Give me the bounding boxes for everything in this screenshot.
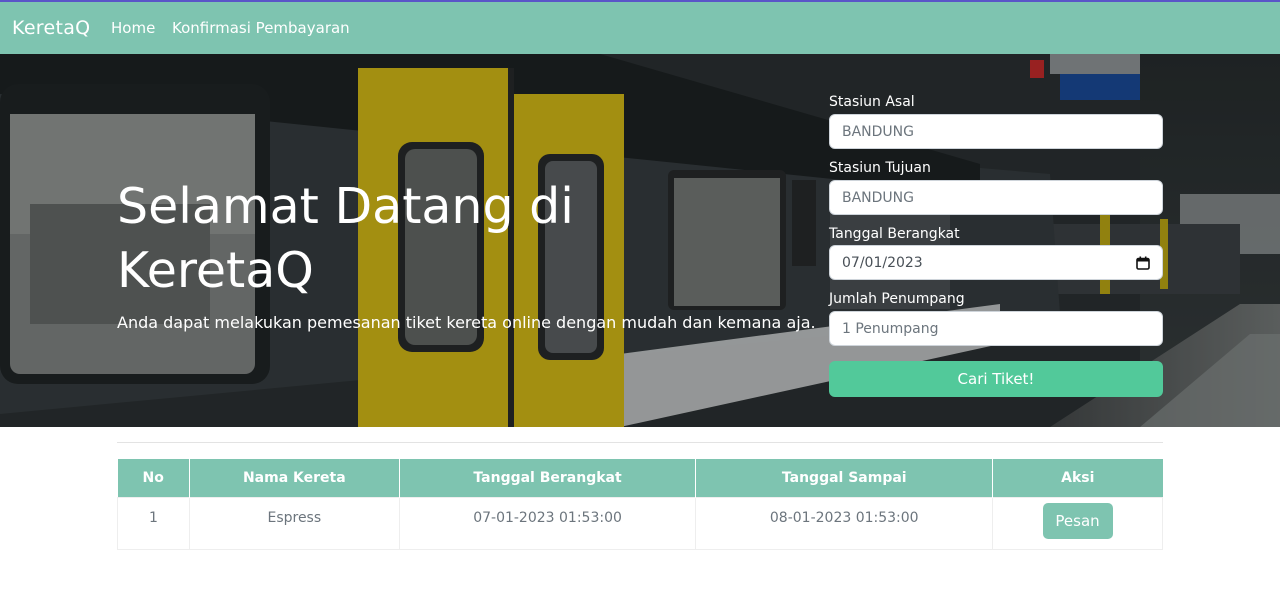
cell-nama-kereta: Espress: [188, 496, 400, 550]
col-header-aksi: Aksi: [992, 459, 1163, 497]
divider: [117, 442, 1163, 443]
table-header-row: No Nama Kereta Tanggal Berangkat Tanggal…: [117, 459, 1163, 497]
cell-aksi: Pesan: [992, 496, 1163, 550]
hero-subtitle: Anda dapat melakukan pemesanan tiket ker…: [117, 313, 816, 332]
stasiun-tujuan-value: BANDUNG: [842, 189, 915, 206]
cell-tanggal-sampai: 08-01-2023 01:53:00: [695, 496, 994, 550]
label-jumlah-penumpang: Jumlah Penumpang: [829, 291, 965, 307]
cari-tiket-button[interactable]: Cari Tiket!: [829, 361, 1163, 397]
col-header-tanggal-berangkat: Tanggal Berangkat: [399, 459, 697, 497]
label-tanggal-berangkat: Tanggal Berangkat: [829, 226, 960, 242]
cell-no: 1: [117, 496, 190, 550]
hero-section: Selamat Datang di KeretaQ Anda dapat mel…: [0, 54, 1280, 427]
stasiun-asal-value: BANDUNG: [842, 123, 915, 140]
cell-tanggal-berangkat: 07-01-2023 01:53:00: [398, 496, 697, 550]
calendar-icon[interactable]: [1136, 256, 1150, 270]
hero-title: Selamat Datang di KeretaQ: [117, 178, 574, 299]
nav-konfirmasi-link[interactable]: Konfirmasi Pembayaran: [172, 19, 350, 37]
brand-link[interactable]: KeretaQ: [12, 17, 90, 39]
tanggal-berangkat-value: 07/01/2023: [842, 254, 923, 271]
jumlah-penumpang-value: 1 Penumpang: [842, 320, 939, 337]
tiket-table: No Nama Kereta Tanggal Berangkat Tanggal…: [117, 459, 1163, 550]
col-header-no: No: [117, 459, 190, 497]
navbar: KeretaQ Home Konfirmasi Pembayaran: [0, 2, 1280, 54]
col-header-tanggal-sampai: Tanggal Sampai: [695, 459, 994, 497]
table-row: 1 Espress 07-01-2023 01:53:00 08-01-2023…: [117, 496, 1163, 550]
label-stasiun-asal: Stasiun Asal: [829, 94, 915, 110]
stasiun-asal-select[interactable]: BANDUNG: [829, 114, 1163, 149]
jumlah-penumpang-select[interactable]: 1 Penumpang: [829, 311, 1163, 346]
label-stasiun-tujuan: Stasiun Tujuan: [829, 160, 931, 176]
nav-home-link[interactable]: Home: [111, 19, 155, 37]
stasiun-tujuan-select[interactable]: BANDUNG: [829, 180, 1163, 215]
tanggal-berangkat-input[interactable]: 07/01/2023: [829, 245, 1163, 280]
pesan-button[interactable]: Pesan: [1042, 502, 1113, 539]
col-header-nama-kereta: Nama Kereta: [189, 459, 400, 497]
